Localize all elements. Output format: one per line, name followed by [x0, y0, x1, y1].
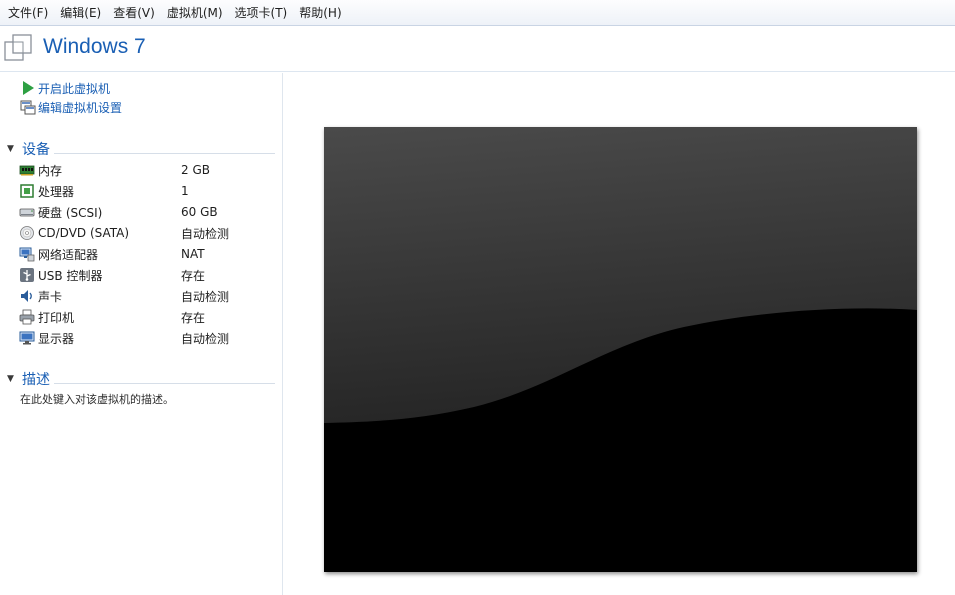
menu-tabs[interactable]: 选项卡(T) — [229, 1, 294, 25]
vm-workstation-window: 文件(F) 编辑(E) 查看(V) 虚拟机(M) 选项卡(T) 帮助(H) Wi… — [0, 0, 955, 595]
device-row-printer[interactable]: 打印机 存在 — [19, 307, 277, 327]
menu-view[interactable]: 查看(V) — [107, 1, 161, 25]
device-row-hard-disk[interactable]: 硬盘 (SCSI) 60 GB — [19, 202, 277, 222]
device-row-usb-controller[interactable]: USB 控制器 存在 — [19, 265, 277, 285]
usb-icon — [20, 268, 34, 282]
network-adapter-icon — [19, 247, 35, 262]
device-row-processor[interactable]: 处理器 1 — [19, 181, 277, 201]
device-name: CD/DVD (SATA) — [38, 226, 130, 240]
memory-icon — [19, 165, 35, 176]
collapse-triangle-icon: ▼ — [7, 374, 14, 384]
device-value: 自动检测 — [181, 331, 230, 346]
printer-icon — [19, 309, 35, 325]
power-on-label: 开启此虚拟机 — [38, 81, 111, 96]
device-value: 60 GB — [181, 205, 218, 219]
power-on-vm-link[interactable]: 开启此虚拟机 — [20, 79, 110, 97]
device-name: USB 控制器 — [38, 268, 103, 283]
device-value: 存在 — [181, 268, 206, 283]
preview-wallpaper — [324, 127, 917, 572]
description-title: 描述 — [22, 372, 50, 388]
device-name: 打印机 — [38, 310, 75, 325]
menu-bar: 文件(F) 编辑(E) 查看(V) 虚拟机(M) 选项卡(T) 帮助(H) — [0, 0, 955, 26]
device-value: 1 — [181, 184, 189, 198]
collapse-triangle-icon: ▼ — [7, 144, 14, 154]
device-name: 网络适配器 — [38, 247, 99, 262]
vm-details-panel: 开启此虚拟机 编辑虚拟机设置 ▼ 设备 内存 2 GB 处理器 1 硬盘 (SC… — [0, 73, 283, 595]
menu-help[interactable]: 帮助(H) — [293, 1, 347, 25]
devices-title: 设备 — [22, 142, 50, 158]
description-field[interactable]: 在此处键入对该虚拟机的描述。 — [20, 391, 174, 407]
device-row-display[interactable]: 显示器 自动检测 — [19, 328, 277, 348]
section-divider — [54, 383, 275, 384]
device-row-cd-dvd[interactable]: CD/DVD (SATA) 自动检测 — [19, 223, 277, 243]
device-value: 自动检测 — [181, 226, 230, 241]
device-row-network-adapter[interactable]: 网络适配器 NAT — [19, 244, 277, 264]
device-value: 2 GB — [181, 163, 210, 177]
vm-title: Windows 7 — [43, 35, 146, 58]
hard-disk-icon — [19, 208, 35, 217]
play-icon — [23, 81, 34, 95]
device-row-sound-card[interactable]: 声卡 自动检测 — [19, 286, 277, 306]
virtual-machine-icon — [4, 34, 32, 61]
display-icon — [19, 331, 35, 345]
device-name: 显示器 — [38, 331, 75, 346]
device-name: 处理器 — [38, 184, 75, 199]
menu-file[interactable]: 文件(F) — [2, 1, 54, 25]
devices-section-header[interactable]: ▼ 设备 — [7, 140, 275, 158]
menu-edit[interactable]: 编辑(E) — [54, 1, 107, 25]
cd-dvd-icon — [20, 226, 34, 240]
menu-vm[interactable]: 虚拟机(M) — [161, 1, 229, 25]
device-name: 内存 — [38, 163, 63, 178]
edit-settings-icon — [20, 100, 36, 115]
vm-screen-preview[interactable] — [324, 127, 917, 572]
sound-card-icon — [21, 290, 32, 302]
device-name: 硬盘 (SCSI) — [38, 205, 103, 220]
device-value: NAT — [181, 247, 205, 261]
vm-header: Windows 7 — [0, 27, 955, 72]
processor-icon — [20, 184, 34, 198]
edit-vm-settings-link[interactable]: 编辑虚拟机设置 — [20, 98, 122, 116]
device-value: 自动检测 — [181, 289, 230, 304]
device-name: 声卡 — [38, 289, 63, 304]
device-row-memory[interactable]: 内存 2 GB — [19, 160, 277, 180]
edit-settings-label: 编辑虚拟机设置 — [38, 100, 123, 115]
device-value: 存在 — [181, 310, 206, 325]
section-divider — [54, 153, 275, 154]
description-section-header[interactable]: ▼ 描述 — [7, 370, 275, 388]
